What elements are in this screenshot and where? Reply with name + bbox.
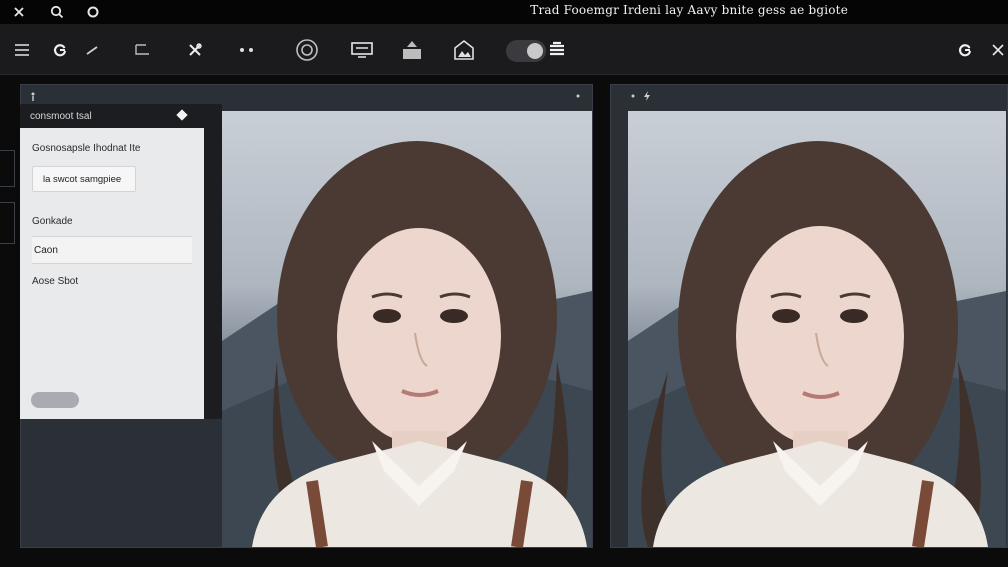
main-toolbar: [0, 24, 1008, 75]
view-toggle[interactable]: [506, 40, 546, 62]
portrait-image-original: [222, 111, 592, 547]
circle-icon[interactable]: [82, 1, 104, 23]
dialog-title: consmoot tsal: [30, 111, 92, 122]
dot-icon[interactable]: [627, 90, 639, 102]
flash-icon[interactable]: [641, 90, 653, 102]
confirm-button[interactable]: [31, 392, 79, 408]
dialog-body: Gosnosapsle Ihodnat Ite la swcot samgpie…: [20, 128, 204, 419]
note-label: Aose Sbot: [32, 276, 79, 287]
diamond-icon[interactable]: [176, 109, 188, 121]
toggle-knob: [527, 43, 543, 59]
monitor-icon[interactable]: [348, 36, 376, 64]
section-label: Gosnosapsle Ihodnat Ite: [32, 143, 141, 154]
expand-icon[interactable]: [984, 36, 1008, 64]
close-x-icon[interactable]: [8, 1, 30, 23]
option-button[interactable]: la swcot samgpiee: [32, 166, 136, 192]
upload-icon[interactable]: [398, 36, 426, 64]
tools-icon[interactable]: [181, 36, 209, 64]
menu-icon[interactable]: [8, 36, 36, 64]
dot-icon[interactable]: [572, 90, 584, 102]
panel-header: [611, 85, 1007, 109]
image-icon[interactable]: [450, 36, 478, 64]
rail-tab[interactable]: [0, 150, 15, 187]
refresh-icon[interactable]: [46, 36, 74, 64]
title-bar: Trad Fooemgr Irdeni lay Aavy bnite gess …: [0, 0, 1008, 24]
search-icon[interactable]: [46, 1, 68, 23]
reload-icon[interactable]: [951, 36, 979, 64]
settings-dialog: consmoot tsal Gosnosapsle Ihodnat Ite la…: [20, 104, 222, 419]
right-image-panel: [610, 84, 1008, 548]
target-icon[interactable]: [293, 36, 321, 64]
value-field[interactable]: Caon: [32, 236, 192, 264]
pen-icon[interactable]: [78, 36, 106, 64]
window-title: Trad Fooemgr Irdeni lay Aavy bnite gess …: [530, 3, 848, 17]
side-rail: [0, 90, 18, 390]
more-icon[interactable]: [233, 36, 261, 64]
field-label: Gonkade: [32, 216, 73, 227]
rail-tab[interactable]: [0, 202, 15, 244]
pin-icon[interactable]: [27, 90, 39, 102]
crop-icon[interactable]: [128, 36, 156, 64]
dialog-header: consmoot tsal: [20, 104, 222, 128]
layers-icon[interactable]: [543, 36, 571, 64]
portrait-image-edited: [628, 111, 1006, 547]
